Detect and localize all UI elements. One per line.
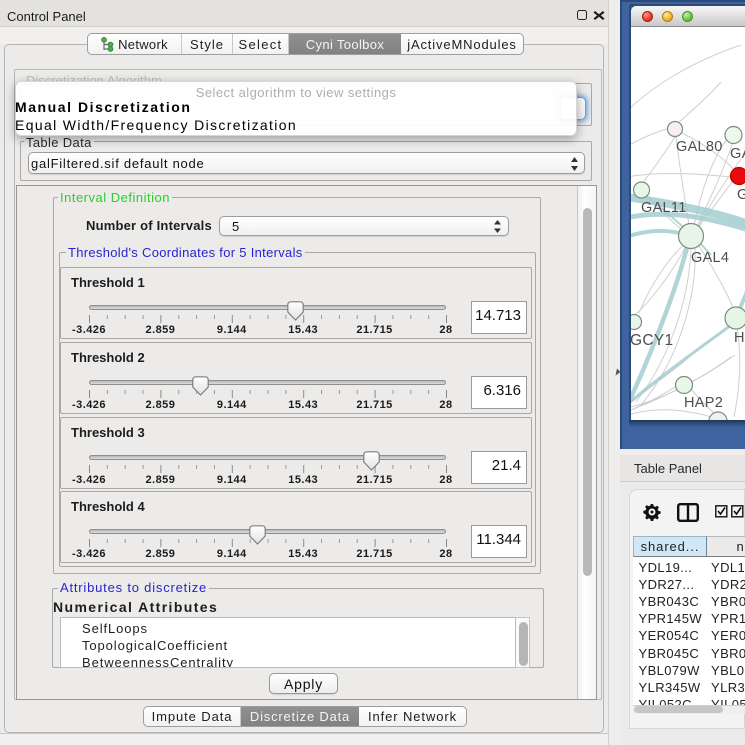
svg-text:GAL80: GAL80 xyxy=(676,139,723,155)
svg-text:GA: GA xyxy=(730,146,745,162)
svg-text:GAL4: GAL4 xyxy=(691,250,729,266)
svg-text:H: H xyxy=(734,330,745,346)
svg-text:G: G xyxy=(737,187,745,203)
svg-text:HAP2: HAP2 xyxy=(684,395,723,411)
svg-text:GAL11: GAL11 xyxy=(641,200,687,216)
svg-text:GCY1: GCY1 xyxy=(631,332,673,349)
